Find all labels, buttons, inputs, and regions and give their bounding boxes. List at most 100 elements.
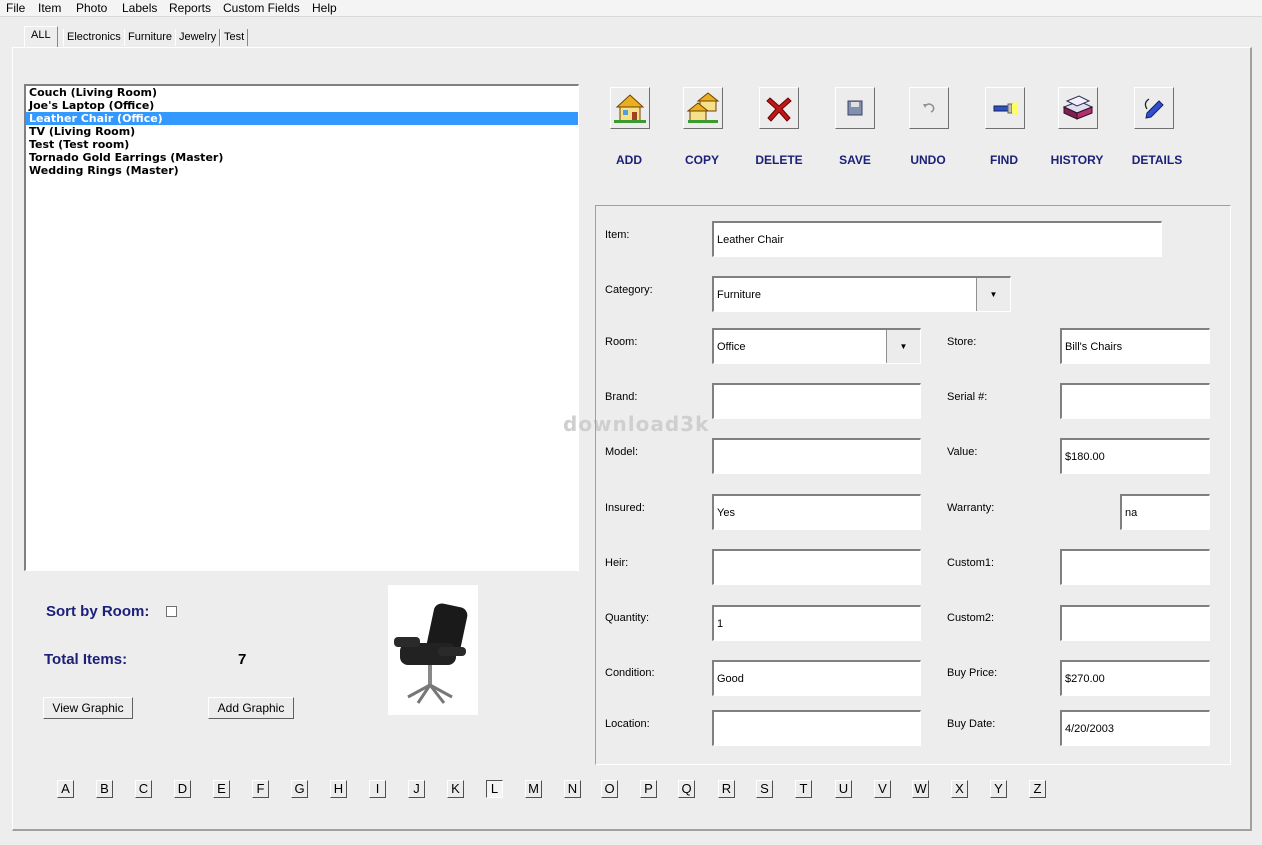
add-button[interactable] xyxy=(610,87,650,129)
warranty-field[interactable]: na xyxy=(1120,494,1210,530)
condition-field[interactable]: Good xyxy=(712,660,921,696)
alpha-r[interactable]: R xyxy=(718,780,735,798)
model-label: Model: xyxy=(605,446,639,458)
alpha-c[interactable]: C xyxy=(135,780,152,798)
alpha-t[interactable]: T xyxy=(795,780,812,798)
copy-button[interactable] xyxy=(683,87,723,129)
alpha-g[interactable]: G xyxy=(291,780,308,798)
alpha-e[interactable]: E xyxy=(213,780,230,798)
alpha-y[interactable]: Y xyxy=(990,780,1007,798)
alpha-o[interactable]: O xyxy=(601,780,618,798)
alpha-k[interactable]: K xyxy=(447,780,464,798)
category-label: Category: xyxy=(605,284,653,296)
alpha-u[interactable]: U xyxy=(835,780,852,798)
total-items-label: Total Items: xyxy=(44,651,128,668)
store-field[interactable]: Bill's Chairs xyxy=(1060,328,1210,364)
location-label: Location: xyxy=(605,718,650,730)
delete-button[interactable] xyxy=(759,87,799,129)
alpha-p[interactable]: P xyxy=(640,780,657,798)
quantity-field[interactable]: 1 xyxy=(712,605,921,641)
list-item-selected[interactable]: Leather Chair (Office) xyxy=(26,112,578,125)
buy-price-label: Buy Price: xyxy=(947,667,998,679)
menu-reports[interactable]: Reports xyxy=(169,1,211,15)
tab-electronics[interactable]: Electronics xyxy=(63,29,125,46)
alpha-d[interactable]: D xyxy=(174,780,191,798)
category-dropdown-button[interactable]: ▼ xyxy=(976,278,1010,311)
heir-field[interactable] xyxy=(712,549,921,585)
list-item[interactable]: Joe's Laptop (Office) xyxy=(26,99,578,112)
item-list[interactable]: Couch (Living Room) Joe's Laptop (Office… xyxy=(24,84,579,571)
value-label: Value: xyxy=(947,446,978,458)
sort-by-room-checkbox[interactable] xyxy=(166,606,177,617)
menu-file[interactable]: File xyxy=(6,1,25,15)
undo-label: UNDO xyxy=(910,153,946,167)
tab-test[interactable]: Test xyxy=(220,29,249,46)
category-select[interactable]: Furniture ▼ xyxy=(712,276,1011,312)
tab-furniture[interactable]: Furniture xyxy=(124,29,177,46)
alpha-s[interactable]: S xyxy=(756,780,773,798)
alpha-a[interactable]: A xyxy=(57,780,74,798)
brand-field[interactable] xyxy=(712,383,921,419)
menu-help[interactable]: Help xyxy=(312,1,337,15)
menu-labels[interactable]: Labels xyxy=(122,1,157,15)
insured-label: Insured: xyxy=(605,502,645,514)
menu-item[interactable]: Item xyxy=(38,1,61,15)
view-graphic-button[interactable]: View Graphic xyxy=(43,697,133,719)
tab-all[interactable]: ALL xyxy=(24,26,58,47)
list-item[interactable]: TV (Living Room) xyxy=(26,125,578,138)
store-label: Store: xyxy=(947,336,977,348)
list-item[interactable]: Wedding Rings (Master) xyxy=(26,164,578,177)
list-item[interactable]: Test (Test room) xyxy=(26,138,578,151)
custom1-label: Custom1: xyxy=(947,557,995,569)
save-button[interactable] xyxy=(835,87,875,129)
buy-date-field[interactable]: 4/20/2003 xyxy=(1060,710,1210,746)
details-label: DETAILS xyxy=(1131,153,1183,167)
list-item[interactable]: Tornado Gold Earrings (Master) xyxy=(26,151,578,164)
leather-chair-image xyxy=(394,603,468,704)
alpha-q[interactable]: Q xyxy=(678,780,695,798)
delete-label: DELETE xyxy=(755,153,803,167)
list-item[interactable]: Couch (Living Room) xyxy=(26,86,578,99)
alpha-n[interactable]: N xyxy=(564,780,581,798)
room-dropdown-button[interactable]: ▼ xyxy=(886,330,920,363)
find-button[interactable] xyxy=(985,87,1025,129)
custom1-field[interactable] xyxy=(1060,549,1210,585)
history-button[interactable] xyxy=(1058,87,1098,129)
custom2-field[interactable] xyxy=(1060,605,1210,641)
custom2-label: Custom2: xyxy=(947,612,995,624)
history-label: HISTORY xyxy=(1050,153,1104,167)
alpha-l[interactable]: L xyxy=(486,780,503,798)
tab-jewelry[interactable]: Jewelry xyxy=(175,29,221,46)
room-value: Office xyxy=(717,341,746,353)
alpha-m[interactable]: M xyxy=(525,780,542,798)
sort-by-room-label: Sort by Room: xyxy=(46,603,150,620)
room-select[interactable]: Office ▼ xyxy=(712,328,921,364)
alpha-f[interactable]: F xyxy=(252,780,269,798)
menu-custom-fields[interactable]: Custom Fields xyxy=(223,1,300,15)
add-graphic-button[interactable]: Add Graphic xyxy=(208,697,294,719)
room-label: Room: xyxy=(605,336,638,348)
item-field[interactable]: Leather Chair xyxy=(712,221,1162,257)
alpha-w[interactable]: W xyxy=(912,780,929,798)
alpha-v[interactable]: V xyxy=(874,780,891,798)
serial-field[interactable] xyxy=(1060,383,1210,419)
alpha-b[interactable]: B xyxy=(96,780,113,798)
undo-arrow-icon xyxy=(923,103,935,113)
alpha-h[interactable]: H xyxy=(330,780,347,798)
alpha-x[interactable]: X xyxy=(951,780,968,798)
value-field[interactable]: $180.00 xyxy=(1060,438,1210,474)
details-button[interactable] xyxy=(1134,87,1174,129)
buy-price-field[interactable]: $270.00 xyxy=(1060,660,1210,696)
alpha-j[interactable]: J xyxy=(408,780,425,798)
quantity-label: Quantity: xyxy=(605,612,650,624)
alpha-z[interactable]: Z xyxy=(1029,780,1046,798)
copy-label: COPY xyxy=(684,153,719,167)
undo-button[interactable] xyxy=(909,87,949,129)
buy-date-label: Buy Date: xyxy=(947,718,996,730)
menu-photo[interactable]: Photo xyxy=(76,1,107,15)
alpha-i[interactable]: I xyxy=(369,780,386,798)
find-label: FIND xyxy=(990,153,1018,167)
insured-field[interactable]: Yes xyxy=(712,494,921,530)
location-field[interactable] xyxy=(712,710,921,746)
model-field[interactable] xyxy=(712,438,921,474)
